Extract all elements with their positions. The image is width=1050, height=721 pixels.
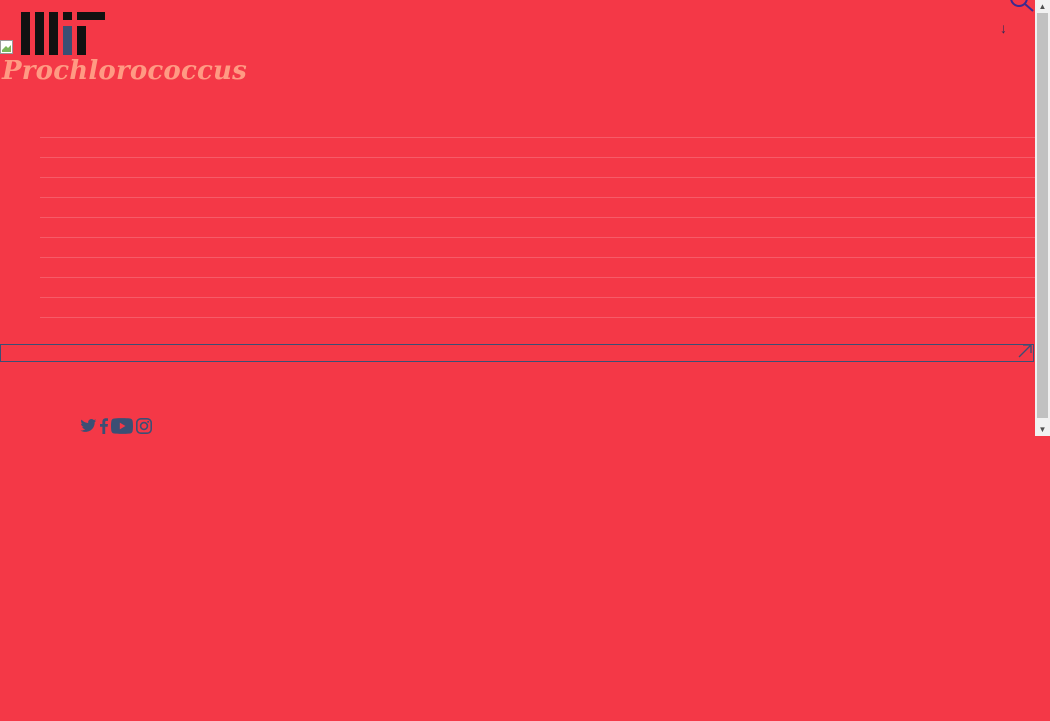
menu-item[interactable] [40, 277, 1035, 297]
scroll-down-arrow[interactable]: ▼ [1035, 423, 1050, 436]
youtube-icon[interactable] [111, 418, 133, 434]
nav-menu [0, 118, 1035, 337]
scroll-thumb[interactable] [1037, 13, 1048, 418]
external-link-bar[interactable] [0, 344, 1034, 362]
page-title: Prochlorococcus [2, 56, 247, 86]
menu-item[interactable] [40, 257, 1035, 277]
social-links [80, 418, 155, 434]
header-band [0, 0, 1050, 38]
facebook-icon[interactable] [100, 418, 108, 434]
mit-logo[interactable] [21, 12, 105, 55]
menu-item[interactable] [40, 137, 1035, 157]
menu-item[interactable] [40, 157, 1035, 177]
scroll-up-arrow[interactable]: ▲ [1035, 0, 1050, 13]
menu-item[interactable] [40, 217, 1035, 237]
broken-image-icon [0, 40, 13, 54]
menu-item[interactable] [40, 118, 1035, 137]
menu-item[interactable] [40, 297, 1035, 317]
menu-item[interactable] [40, 177, 1035, 197]
instagram-icon[interactable] [136, 418, 152, 434]
menu-item[interactable] [40, 317, 1035, 337]
down-arrow-icon[interactable]: ↓ [1000, 20, 1007, 36]
search-icon[interactable] [1006, 0, 1036, 18]
external-arrow-icon [1018, 344, 1032, 358]
menu-item[interactable] [40, 237, 1035, 257]
twitter-icon[interactable] [80, 418, 97, 434]
menu-item[interactable] [40, 197, 1035, 217]
scrollbar[interactable]: ▲ ▼ [1035, 0, 1050, 436]
